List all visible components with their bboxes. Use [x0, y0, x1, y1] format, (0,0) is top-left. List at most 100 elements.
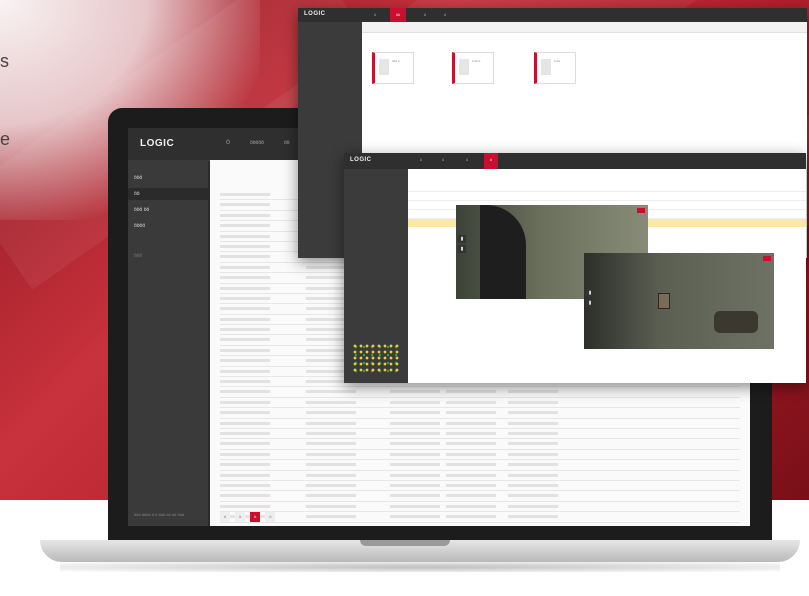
laptop-notch	[360, 540, 450, 546]
camera-control-icon[interactable]: ▮	[458, 245, 466, 253]
sidebar-item-5[interactable]: ӧӧӧ	[128, 250, 208, 262]
table-cell	[220, 411, 270, 415]
table-cell	[220, 494, 270, 498]
table-cell	[306, 411, 356, 415]
window-topbar: LOGIC ӧ ӧӧ ӧ ӧ	[298, 8, 807, 22]
table-cell	[220, 421, 270, 425]
table-row[interactable]	[220, 502, 740, 513]
table-cell	[220, 473, 270, 477]
table-cell	[220, 234, 270, 238]
table-row[interactable]	[220, 439, 740, 450]
table-cell	[508, 452, 558, 456]
device-card-label: ӧ ӧӧ	[554, 59, 560, 63]
table-cell	[306, 431, 356, 435]
table-cell	[220, 483, 270, 487]
camera-control-icon[interactable]: ▮	[586, 299, 594, 307]
table-cell	[390, 442, 440, 446]
table-row[interactable]	[220, 471, 740, 481]
table-row[interactable]	[220, 387, 740, 398]
table-cell	[390, 515, 440, 519]
table-cell	[446, 421, 496, 425]
device-icon	[541, 59, 551, 75]
app-sidebar: ӧӧӧ ӧӧ ӧӧӧ ӧӧ ӧӧӧӧ ӧӧӧ ӧӧӧ ӧӧӧӧ ӧ ӧ ӧӧӧ …	[128, 160, 208, 526]
table-row[interactable]	[220, 398, 740, 409]
nav-item-3[interactable]: ӧӧ	[284, 140, 290, 146]
table-row[interactable]	[220, 512, 740, 523]
table-row[interactable]	[220, 491, 740, 502]
table-cell	[306, 525, 356, 526]
sidebar-item-2[interactable]: ӧӧ	[128, 188, 208, 200]
table-row[interactable]	[220, 481, 740, 492]
table-row[interactable]	[220, 429, 740, 440]
device-card-label: ӧ ӧӧ ӧ	[472, 59, 481, 63]
table-cell	[508, 463, 558, 467]
tab-1[interactable]: ӧ	[414, 153, 428, 169]
tab-video[interactable]: ӧ	[484, 153, 498, 169]
table-cell	[508, 421, 558, 425]
sidebar-item-3[interactable]: ӧӧӧ ӧӧ	[128, 204, 208, 216]
table-cell	[220, 400, 270, 404]
table-cell	[508, 525, 558, 526]
table-cell	[446, 483, 496, 487]
pager-1[interactable]: ӧ	[235, 512, 246, 522]
window-topbar: LOGIC ӧ ӧ ӧ ӧ	[344, 153, 806, 169]
device-icon	[459, 59, 469, 75]
window-toolbar	[362, 22, 807, 33]
table-cell	[220, 317, 270, 321]
pager-prev[interactable]: ӧ	[220, 512, 230, 522]
table-row[interactable]	[220, 419, 740, 429]
table-cell	[390, 390, 440, 394]
camera-control-icon[interactable]: ▮	[586, 289, 594, 297]
table-cell	[220, 328, 270, 332]
table-row[interactable]	[220, 523, 740, 526]
table-row[interactable]	[220, 408, 740, 419]
table-cell	[390, 400, 440, 404]
camera-close-icon[interactable]	[637, 208, 645, 213]
table-cell	[220, 193, 270, 196]
table-cell	[220, 213, 270, 217]
table-cell	[220, 203, 270, 207]
tab-devices[interactable]: ӧӧ	[390, 8, 406, 22]
table-cell	[220, 390, 270, 394]
table-cell	[306, 483, 356, 487]
tab-3[interactable]: ӧ	[460, 153, 474, 169]
device-card-2[interactable]: ӧ ӧӧ ӧ	[452, 52, 494, 84]
table-cell	[306, 400, 356, 404]
table-cell	[220, 296, 270, 300]
camera-close-icon[interactable]	[763, 256, 771, 261]
nav-item-2[interactable]: ӧӧӧӧӧ	[250, 140, 264, 146]
tab-3[interactable]: ӧ	[418, 8, 432, 22]
pager-2[interactable]: ӧ	[250, 512, 261, 522]
table-cell	[390, 411, 440, 415]
table-cell	[306, 421, 356, 425]
hero-line-1: s	[0, 51, 9, 71]
sidebar-item-4[interactable]: ӧӧӧӧ	[128, 220, 208, 232]
tab-2[interactable]: ӧ	[436, 153, 450, 169]
tab-1[interactable]: ӧ	[368, 8, 382, 22]
laptop-shadow	[60, 562, 780, 572]
table-cell	[220, 380, 270, 384]
table-cell	[220, 452, 270, 456]
table-cell	[220, 348, 270, 352]
table-row[interactable]	[220, 450, 740, 461]
table-cell	[306, 473, 356, 477]
table-cell	[508, 390, 558, 394]
table-cell	[508, 400, 558, 404]
nav-item-1[interactable]: Ӧ	[226, 140, 230, 146]
pager-next[interactable]: ӧ	[265, 512, 276, 522]
table-cell	[508, 442, 558, 446]
camera-control-icon[interactable]: ▮	[458, 235, 466, 243]
table-row[interactable]	[220, 460, 740, 471]
tab-4[interactable]: ӧ	[438, 8, 452, 22]
table-cell	[220, 359, 270, 363]
device-card-3[interactable]: ӧ ӧӧ	[534, 52, 576, 84]
camera-view-2[interactable]: ▮ ▮	[584, 253, 774, 349]
table-pager: ӧ ӧ ӧ ӧ	[220, 512, 279, 522]
table-cell	[220, 525, 270, 526]
sidebar-item-1[interactable]: ӧӧӧ	[128, 172, 208, 184]
device-card-1[interactable]: ӧӧӧ ӧ	[372, 52, 414, 84]
table-cell	[446, 411, 496, 415]
table-cell	[446, 442, 496, 446]
table-cell	[220, 369, 270, 373]
table-cell	[220, 265, 270, 269]
